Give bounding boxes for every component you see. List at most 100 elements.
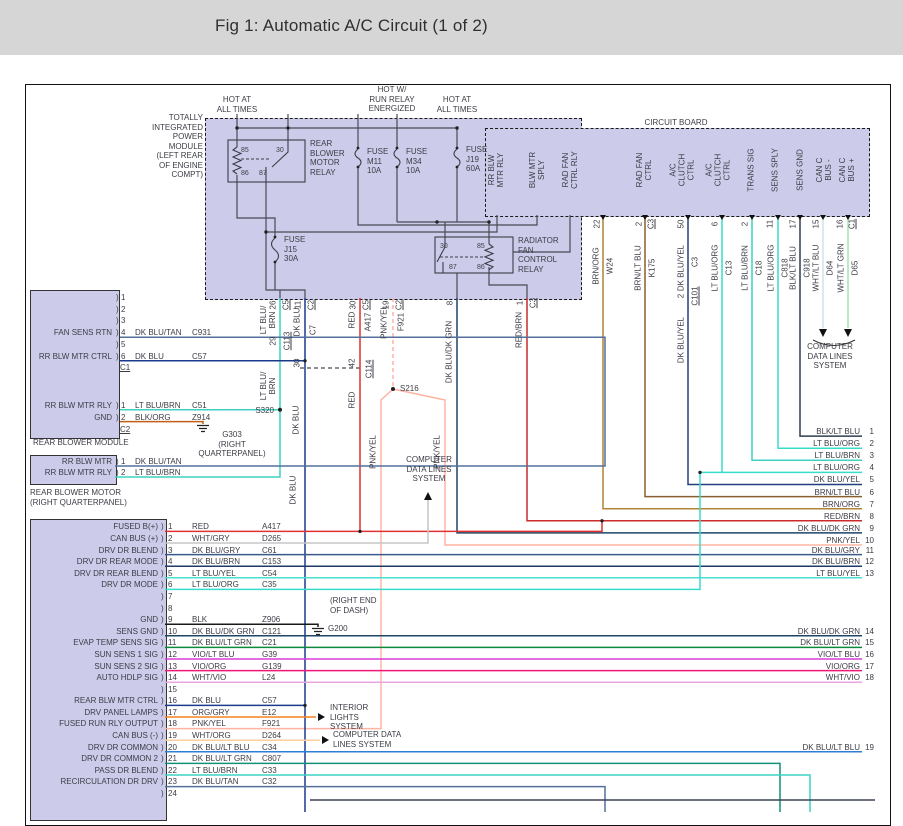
pin-function-label: DRV DR REAR BLEND [30,569,158,578]
terminal-row: LT BLU/ORG 4 [700,460,864,472]
wire-annotation: RED [348,392,357,409]
pin-row: 2 [30,302,300,314]
wire-color-label: BLK [192,615,207,624]
pin-bracket-icon [116,293,119,302]
diagram-label: COMPUTER DATA LINES SYSTEM [406,455,452,484]
diagram-label: 85 [241,146,249,156]
pin-row: SENS GND 10 DK BLU/DK GRN C121 [30,624,340,636]
cb-pin-label: SENS SPLY [771,148,780,192]
wire-annotation: PNK/YEL [380,305,389,339]
circuit-code: C153 [262,557,281,566]
diagram-label: C1 [120,363,130,373]
diagram-label: HOT AT ALL TIMES [437,95,477,114]
wire-color-label: DK BLU/DK GRN [192,627,254,636]
circuit-code: D265 [262,534,281,543]
wire-annotation: 2 [635,222,644,226]
pin-number: 6 [168,580,172,589]
pin-bracket-icon [161,673,164,682]
wire-color-label: DK BLU/TAN [135,328,182,337]
circuit-code: D264 [262,731,281,740]
wire-color-label: VIO/ORG [700,662,860,671]
wire-annotation: BRN/LT BLU [634,245,643,291]
wire-color-label: DK BLU/DK GRN [700,627,860,636]
wire-annotation: C3 [647,219,656,229]
wire-annotation: C5 [362,300,371,310]
wire-annotation: 16 [836,220,845,229]
diagram-label: REAR BLOWER MODULE [33,438,129,448]
pin-row: AUTO HDLP SIG 14 WHT/VIO L24 [30,671,340,683]
terminal-row: LT BLU/ORG 2 [700,436,864,448]
cb-pin-label: A/C CLUTCH CTRL [669,154,696,186]
diagram-label: S216 [400,384,419,394]
pin-row: 24 [30,786,340,798]
wire-color-label: LT BLU/ORG [700,463,860,472]
pin-bracket-icon [161,731,164,740]
pin-bracket-icon [116,457,119,466]
wire-color-label: LT BLU/ORG [700,439,860,448]
wire-color-label: DK BLU/LT GRN [192,754,252,763]
wire-annotation: 30 [349,301,358,310]
pin-row: DRV PANEL LAMPS 17 ORG/GRY E12 [30,705,340,717]
rear-blower-motor-rows: RR BLW MTR 1 DK BLU/TAN RR BLW MTR RLY 2… [30,455,300,477]
pin-bracket-icon [161,685,164,694]
pin-bracket-icon [161,708,164,717]
pin-function-label: DRV PANEL LAMPS [30,708,158,717]
terminal-number: 6 [870,488,874,497]
terminal-row: BRN/LT BLU 6 [700,484,864,496]
wire-color-label: WHT/VIO [192,673,226,682]
diagram-label: REAR BLOWER MOTOR RELAY [310,139,345,177]
pin-number: 17 [168,708,177,717]
pin-number: 8 [168,604,172,613]
diagram-label: FUSE M11 10A [367,147,388,176]
wire-annotation: D65 [851,261,860,276]
pin-bracket-icon [116,316,119,325]
pin-number: 16 [168,696,177,705]
pin-row: RR BLW MTR 1 DK BLU/TAN [30,455,300,466]
wire-color-label: ORG/GRY [192,708,230,717]
terminal-row: DK BLU/GRY 11 [700,543,864,555]
cb-pin-label: RAD FAN CTRL [635,153,653,188]
wire-annotation: C13 [725,261,734,276]
pin-bracket-icon [161,650,164,659]
circuit-code: C32 [262,777,277,786]
pin-number: 12 [168,650,177,659]
circuit-code: C33 [262,766,277,775]
pin-row: FUSED B(+) 1 RED A417 [30,520,340,532]
diagram-label: COMPUTER DATA LINES SYSTEM [807,342,853,371]
pin-number: 11 [168,638,176,647]
pin-row: RECIRCULATION DR DRV 23 DK BLU/TAN C32 [30,775,340,787]
relay-drop-runs [237,140,570,298]
wire-color-label: VIO/ORG [192,662,226,671]
wire-annotation: BRN/ORG [592,247,601,284]
wire-annotation: 50 [677,220,686,229]
right-connector-rows-14-18: DK BLU/DK GRN 14 DK BLU/LT GRN 15 VIO/LT… [700,624,864,682]
pin-number: 1 [121,457,125,466]
pin-number: 20 [168,743,177,752]
pin-row: CAN BUS (-) 19 WHT/ORG D264 [30,728,340,740]
wire-annotation: C2 [395,300,404,310]
pin-function-label: DRV DR COMMON [30,743,158,752]
pin-function-label: DRV DR REAR MODE [30,557,158,566]
pin-row: RR BLW MTR CTRL 6 DK BLU C57 [30,349,300,361]
diagram-label: C2 [120,425,130,435]
terminal-number: 2 [870,439,874,448]
pin-function-label: RECIRCULATION DR DRV [30,777,158,786]
cb-pin-label: RAD FAN CTRL RLY [561,151,579,189]
wire-annotation: C7 [309,325,318,335]
wire-annotation: C101 [691,286,700,305]
terminal-number: 16 [865,650,874,659]
pin-function-label: SUN SENS 2 SIG [30,662,158,671]
terminal-row: BLK/LT BLU 1 [700,424,864,436]
wire-annotation: 22 [593,220,602,229]
wire-annotation: 2 [741,222,750,226]
pin-row: DRV DR REAR BLEND 5 LT BLU/YEL C54 [30,566,340,578]
wire-annotation: DK BLU [289,476,298,505]
wire-color-label: WHT/VIO [700,673,860,682]
pin-bracket-icon [161,546,164,555]
wire-annotation: 1 [516,301,525,305]
wire-annotation: LT BLU/ BRN [259,372,277,401]
wire-annotation: C3 [529,298,538,308]
pin-number: 13 [168,662,177,671]
terminal-number: 8 [870,512,874,521]
pin-number: 2 [168,534,172,543]
